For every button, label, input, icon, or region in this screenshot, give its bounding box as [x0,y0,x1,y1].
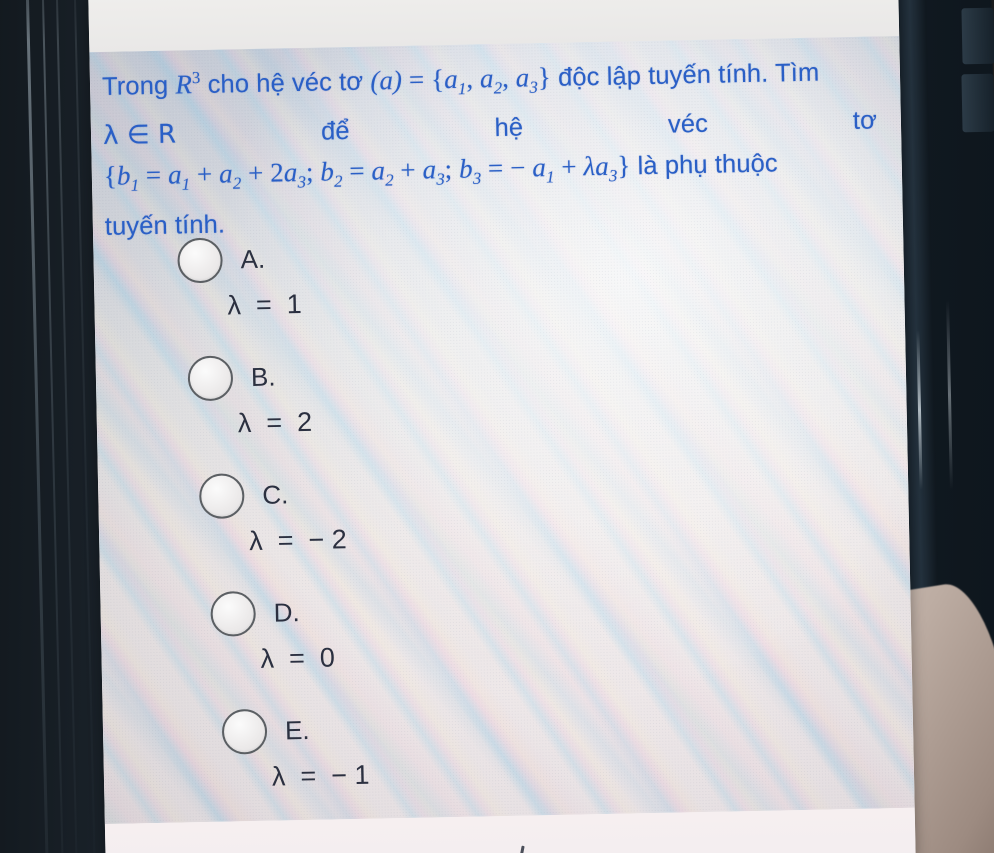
volume-up-button[interactable] [961,7,994,65]
term-a2b: a2 [371,155,394,191]
option-value-d: λ = 0 [260,642,336,674]
word-he: hệ [494,113,524,143]
option-letter-b: B. [250,361,276,393]
vector-b1: b1 [116,160,140,196]
phone-screen: Trong R3 cho hệ véc tơ (a) = {a1, a2, a3… [88,0,916,853]
radio-button-b[interactable] [187,355,234,402]
radio-button-e[interactable] [221,708,268,755]
vector-a2: a2 [479,63,503,98]
minus-sign: − [509,152,533,184]
term-a1b: a1 [532,152,555,187]
option-letter-c: C. [261,479,289,510]
vector-a3: a3 [515,62,539,97]
option-value-c: λ = − 2 [248,524,348,557]
phone-photo-scene: Trong R3 cho hệ véc tơ (a) = {a1, a2, a3… [0,0,994,853]
radio-button-d[interactable] [210,590,257,637]
option-letter-d: D. [273,597,300,628]
plus-sign: + [189,159,220,190]
plus-sign: + [240,157,271,189]
equals-sign: = [342,155,372,187]
equals-sign: = [138,160,169,191]
symbol-a-system: (a) [370,64,403,96]
comma: , [465,63,481,94]
answer-option-e[interactable]: E. λ = − 1 [221,696,915,824]
term-a3: a3 [283,157,307,192]
question-line1-mid: cho hệ véc tơ [200,67,371,99]
radio-button-c[interactable] [198,473,245,520]
answer-options-list: A. λ = 1 B. λ = 2 C. λ = − 2 D. λ = 0 E.… [93,224,915,824]
plus-sign: + [554,151,584,183]
symbol-R: R3 [175,67,201,100]
lambda-in-R: λ ∈ R [102,119,177,152]
term-a3c: a3 [594,151,618,186]
equals-sign: = [480,153,511,184]
option-letter-e: E. [284,714,310,746]
option-value-a: λ = 1 [227,288,303,321]
semicolon: ; [444,154,460,185]
volume-down-button[interactable] [961,73,994,133]
option-value-b: λ = 2 [237,406,313,439]
radio-button-a[interactable] [177,237,224,284]
option-value-e: λ = − 1 [271,759,370,792]
vector-b3: b3 [458,153,482,189]
word-de: để [320,117,350,146]
semicolon: ; [305,156,321,188]
system-close-brace: } [617,150,631,182]
term-a1: a1 [167,159,191,195]
vector-a1: a1 [443,63,467,99]
quiz-card: Trong R3 cho hệ véc tơ (a) = {a1, a2, a3… [89,35,915,825]
comma: , [501,62,517,93]
question-line1-post: độc lập tuyến tính. Tìm [550,58,820,92]
question-block: Trong R3 cho hệ véc tơ (a) = {a1, a2, a3… [89,36,903,247]
question-line1-pre: Trong [101,71,176,101]
answer-option-d[interactable]: D. λ = 0 [210,578,912,710]
answer-option-a[interactable]: A. λ = 1 [177,224,905,357]
plus-sign: + [393,154,423,186]
option-letter-a: A. [240,243,266,275]
equals-sign: = [401,64,432,95]
system-open-brace: { [103,161,118,192]
set-open-brace: { [430,64,445,95]
question-line3-tail: là phụ thuộc [630,149,778,181]
term-a3b: a3 [422,154,446,190]
answer-option-c[interactable]: C. λ = − 2 [198,460,910,592]
word-to: tơ [852,106,878,136]
vector-b2: b2 [320,156,343,192]
stray-mark [517,845,525,853]
term-a2: a2 [218,158,242,194]
answer-option-b[interactable]: B. λ = 2 [187,342,907,474]
set-close-brace: } [537,61,552,93]
coefficient-2: 2 [269,157,285,188]
word-vec: véc [667,110,709,139]
